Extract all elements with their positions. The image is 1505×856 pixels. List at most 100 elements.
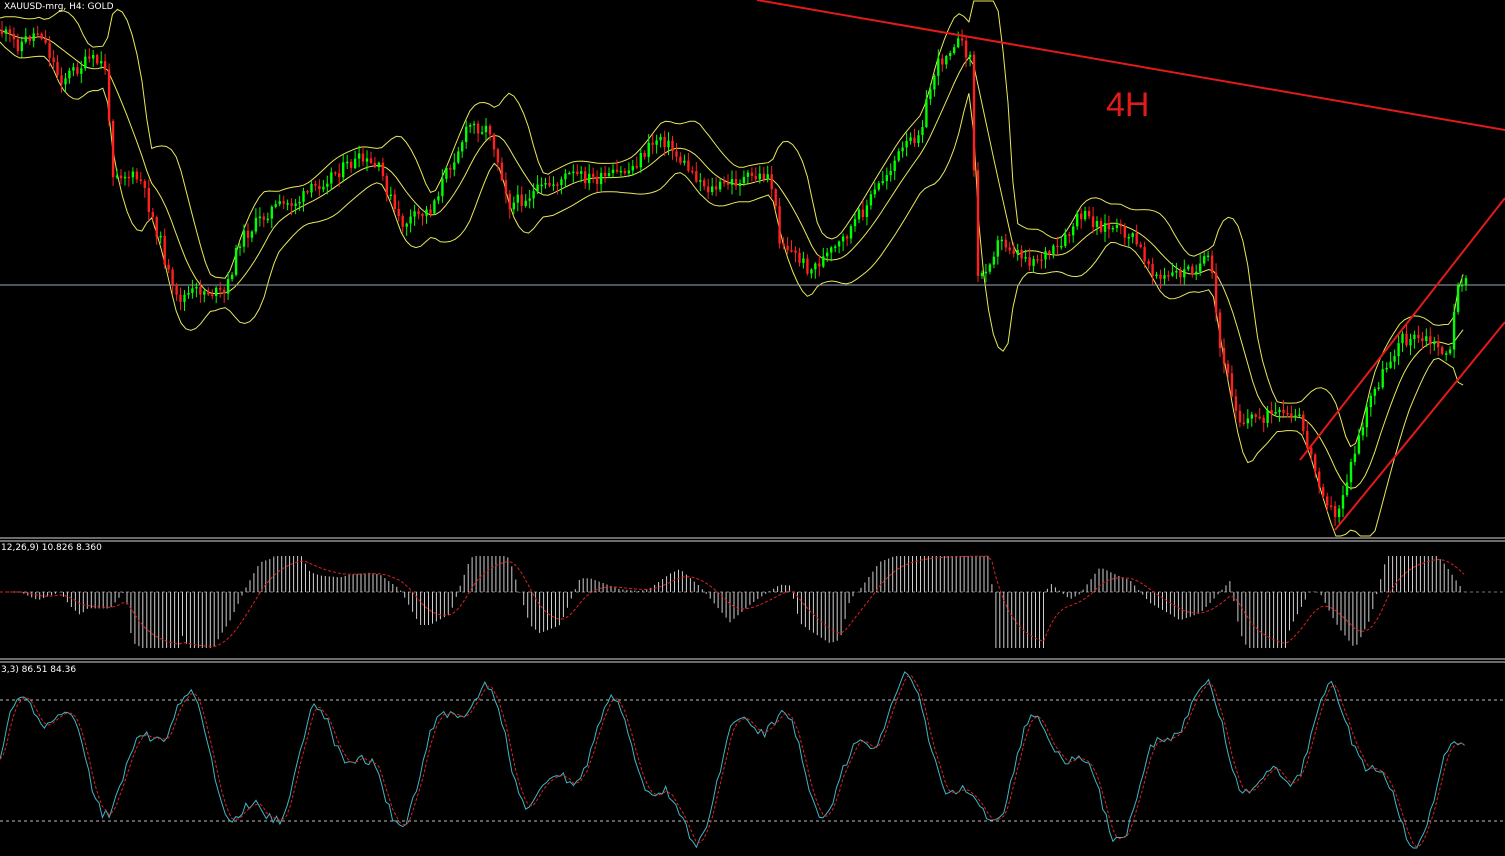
candle-body xyxy=(1413,334,1416,340)
candle-body xyxy=(1345,482,1349,496)
candle-body xyxy=(1353,453,1357,462)
candle-body xyxy=(1024,257,1027,259)
candle-body xyxy=(853,219,857,227)
candle-body xyxy=(647,142,650,157)
candle-body xyxy=(1373,388,1376,396)
candle-body xyxy=(536,184,539,192)
candle-body xyxy=(274,204,277,207)
candle-body xyxy=(1357,435,1361,454)
candle-body xyxy=(707,186,710,193)
candle-body xyxy=(635,166,638,168)
candle-body xyxy=(107,69,111,121)
candle-body xyxy=(691,170,694,173)
candle-body xyxy=(338,173,341,178)
candle-body xyxy=(1012,250,1015,254)
candle-body xyxy=(389,194,392,196)
candle-body xyxy=(1111,227,1115,230)
candle-body xyxy=(223,289,226,294)
candle-body xyxy=(734,179,738,186)
candle-body xyxy=(992,256,996,265)
candle-body xyxy=(282,201,285,204)
candle-body xyxy=(877,183,880,190)
candle-body xyxy=(385,176,388,195)
candle-body xyxy=(1452,311,1456,350)
candle-body xyxy=(592,173,595,177)
candle-body xyxy=(24,36,27,42)
candle-body xyxy=(667,140,670,148)
candle-body xyxy=(397,209,400,217)
candle-body xyxy=(1044,251,1047,260)
candle-body xyxy=(631,166,634,171)
candle-body xyxy=(881,181,884,184)
candle-body xyxy=(56,62,59,76)
candle-body xyxy=(714,186,718,190)
candle-body xyxy=(1056,245,1059,248)
candle-body xyxy=(615,169,619,172)
candle-body xyxy=(679,156,682,163)
candle-body xyxy=(361,153,365,162)
candle-body xyxy=(639,153,642,168)
candle-body xyxy=(28,36,31,41)
candle-body xyxy=(1365,407,1368,428)
candle-body xyxy=(770,174,773,190)
candle-body xyxy=(826,252,829,257)
candle-body xyxy=(611,169,615,174)
candle-body xyxy=(1032,259,1035,266)
candle-body xyxy=(893,160,896,171)
candle-body xyxy=(937,58,940,76)
candle-body xyxy=(1310,447,1313,455)
candle-body xyxy=(1314,454,1317,472)
chart-canvas[interactable] xyxy=(0,0,1505,856)
candle-body xyxy=(834,246,837,248)
candle-body xyxy=(1270,410,1273,414)
candle-body xyxy=(32,33,35,41)
candle-body xyxy=(1322,487,1325,497)
candle-body xyxy=(568,172,571,175)
candle-body xyxy=(1127,237,1130,239)
candle-body xyxy=(1091,216,1095,227)
candle-body xyxy=(1210,255,1214,273)
candle-body xyxy=(564,173,567,180)
candle-body xyxy=(1401,333,1404,344)
candle-body xyxy=(84,56,87,69)
candle-body xyxy=(1203,256,1206,264)
candle-body xyxy=(262,216,265,220)
candle-body xyxy=(326,183,329,187)
candle-body xyxy=(64,78,67,85)
candle-body xyxy=(841,236,845,242)
candle-body xyxy=(1333,505,1337,517)
candle-body xyxy=(203,291,206,295)
candle-body xyxy=(393,194,396,209)
candle-body xyxy=(917,135,920,143)
candle-body xyxy=(1218,312,1222,348)
candle-body xyxy=(980,272,984,276)
candle-body xyxy=(1222,348,1226,364)
candle-body xyxy=(897,151,900,161)
candle-body xyxy=(298,201,301,204)
candle-body xyxy=(830,247,833,253)
candle-body xyxy=(730,179,734,185)
candle-body xyxy=(36,33,39,35)
candle-body xyxy=(671,140,674,152)
candle-body xyxy=(1107,223,1111,230)
candle-body xyxy=(353,158,357,169)
candle-body xyxy=(179,294,182,302)
candle-body xyxy=(603,172,607,177)
candle-body xyxy=(1262,417,1265,423)
candle-body xyxy=(155,217,158,237)
candle-body xyxy=(524,200,527,206)
candle-body xyxy=(1421,338,1424,342)
candle-body xyxy=(441,178,444,197)
chart-window[interactable]: XAUUSD-mrg, H4: GOLD 4H 12,26,9) 10.826 … xyxy=(0,0,1505,856)
candle-body xyxy=(1199,263,1202,272)
candle-body xyxy=(837,241,841,247)
candle-body xyxy=(488,125,492,135)
candle-body xyxy=(941,58,944,65)
candle-body xyxy=(1326,496,1329,506)
candle-body xyxy=(921,127,924,136)
candle-body xyxy=(1000,239,1003,242)
candle-body xyxy=(1143,247,1146,261)
candle-body xyxy=(1068,234,1071,236)
candle-body xyxy=(953,47,956,53)
candle-body xyxy=(1266,410,1269,423)
